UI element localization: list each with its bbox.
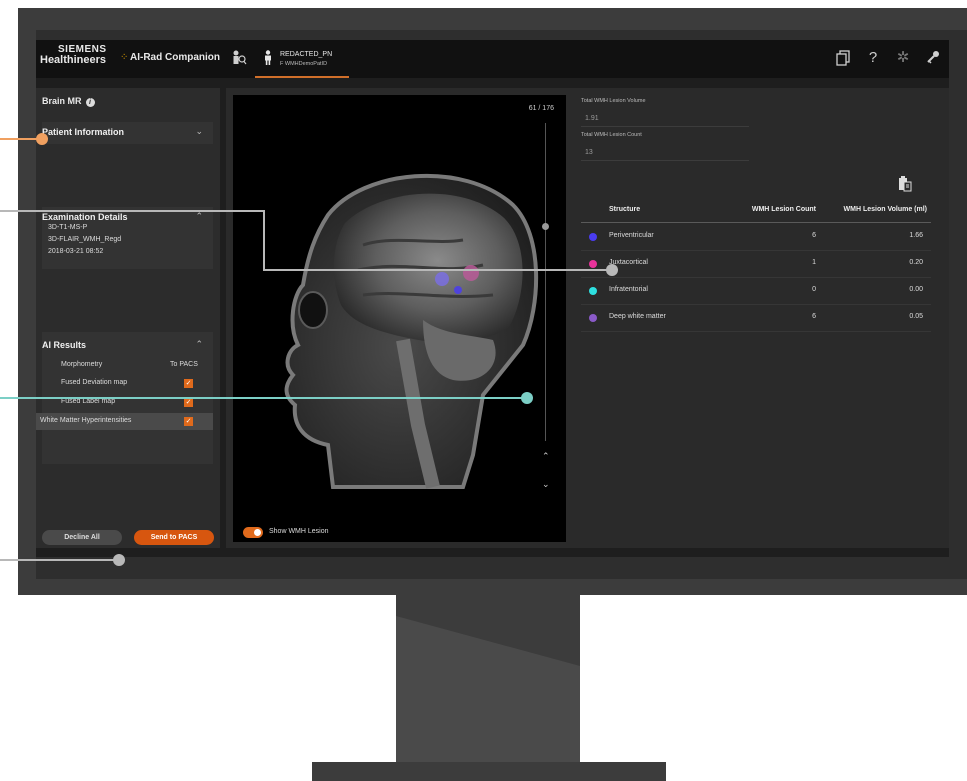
- callout-patient-info-marker: [36, 133, 48, 145]
- callout-send-marker: [113, 554, 125, 566]
- callout-results-marker: [606, 264, 618, 276]
- callout-overlay: [0, 133, 618, 566]
- callout-viewer-marker: [521, 392, 533, 404]
